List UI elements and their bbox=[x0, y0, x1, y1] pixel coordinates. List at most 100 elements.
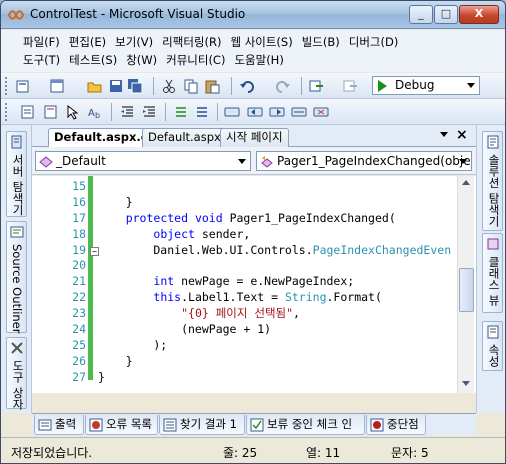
code-text: (newPage + 1) bbox=[98, 322, 271, 338]
properties-tab[interactable]: 속성 bbox=[482, 321, 503, 371]
code-line[interactable]: 15 bbox=[32, 179, 457, 195]
copy-icon[interactable] bbox=[183, 78, 199, 94]
window-title: ControlTest - Microsoft Visual Studio bbox=[30, 7, 246, 21]
menu-view[interactable]: 보기(V) bbox=[113, 34, 160, 50]
comment-lines-icon[interactable] bbox=[173, 104, 189, 120]
uncomment-lines-icon[interactable] bbox=[194, 104, 210, 120]
menu-help[interactable]: 도움말(H) bbox=[232, 52, 290, 68]
menu-debug[interactable]: 디버그(D) bbox=[347, 34, 406, 50]
solution-configuration-select[interactable]: Debug bbox=[372, 76, 480, 95]
tab-pending-checkins[interactable]: 보류 중인 체크 인 bbox=[246, 415, 365, 435]
add-item-icon[interactable] bbox=[49, 78, 65, 94]
menu-build[interactable]: 빌드(B) bbox=[300, 34, 347, 50]
parameter-info-icon[interactable] bbox=[43, 104, 59, 120]
open-file-icon[interactable] bbox=[87, 78, 103, 94]
menu-test[interactable]: 테스트(S) bbox=[67, 52, 124, 68]
tab-find-results-1[interactable]: 찾기 결과 1 bbox=[159, 415, 245, 435]
tab-error-list[interactable]: 오류 목록 bbox=[85, 415, 158, 435]
bookmark-icon[interactable] bbox=[224, 104, 240, 120]
menu-edit[interactable]: 편집(E) bbox=[67, 34, 113, 50]
code-line[interactable]: 19− Daniel.Web.UI.Controls.PageIndexChan… bbox=[32, 243, 457, 259]
chevron-down-icon[interactable] bbox=[238, 159, 246, 164]
line-number: 23 bbox=[72, 306, 86, 321]
left-dock: 서버 탐색기 Source Outliner 도구 상자 bbox=[1, 125, 32, 413]
code-text: ); bbox=[98, 338, 167, 354]
menu-tools[interactable]: 도구(T) bbox=[21, 52, 67, 68]
code-line[interactable]: 18 object sender, bbox=[32, 227, 457, 243]
new-project-icon[interactable] bbox=[15, 78, 31, 94]
code-token: Pager1_PageIndexChanged( bbox=[222, 210, 396, 225]
class-view-tab[interactable]: 클래스 뷰 bbox=[482, 233, 503, 313]
code-line[interactable]: 25 ); bbox=[32, 338, 457, 354]
undo-icon[interactable] bbox=[239, 78, 255, 94]
svg-text:b: b bbox=[95, 111, 100, 120]
chevron-down-icon[interactable] bbox=[459, 159, 467, 164]
menu-website[interactable]: 웹 사이트(S) bbox=[228, 34, 299, 50]
tab-list-dropdown-icon[interactable] bbox=[440, 132, 448, 137]
tab-find-results-label: 찾기 결과 1 bbox=[180, 417, 237, 431]
tab-default-aspx[interactable]: Default.aspx bbox=[142, 128, 227, 147]
code-text: } bbox=[98, 354, 133, 370]
toolbar-separator bbox=[165, 103, 166, 121]
code-line[interactable]: 22 this.Label1.Text = String.Format( bbox=[32, 290, 457, 306]
previous-bookmark-in-folder-icon[interactable] bbox=[291, 104, 307, 120]
quick-info-icon[interactable] bbox=[65, 104, 81, 120]
source-outliner-tab[interactable]: Source Outliner bbox=[6, 221, 27, 333]
code-line[interactable]: 20 bbox=[32, 258, 457, 274]
status-message: 저장되었습니다. bbox=[11, 446, 93, 460]
code-line[interactable]: 27} bbox=[32, 370, 457, 386]
text-editor-toolbar: Ab bbox=[1, 99, 505, 125]
menu-window[interactable]: 창(W) bbox=[124, 52, 164, 68]
decrease-indent-icon[interactable] bbox=[119, 104, 135, 120]
save-all-icon[interactable] bbox=[127, 78, 143, 94]
close-document-icon[interactable]: × bbox=[456, 127, 468, 143]
toolbox-tab[interactable]: 도구 상자 bbox=[6, 337, 27, 410]
save-icon[interactable] bbox=[108, 78, 124, 94]
start-debugging-icon[interactable] bbox=[378, 80, 387, 92]
line-number: 18 bbox=[72, 226, 86, 241]
vertical-scrollbar[interactable] bbox=[457, 176, 474, 393]
tab-breakpoints[interactable]: 중단점 bbox=[366, 415, 426, 435]
scroll-up-icon[interactable] bbox=[462, 180, 470, 185]
close-button[interactable]: X bbox=[459, 5, 499, 24]
minimize-button[interactable]: _ bbox=[409, 5, 433, 24]
code-line[interactable]: 16 } bbox=[32, 195, 457, 211]
code-line[interactable]: 17 protected void Pager1_PageIndexChange… bbox=[32, 211, 457, 227]
code-editor[interactable]: 15 16 } 17 protected void Pager1_PageIndex… bbox=[32, 176, 476, 393]
member-combo[interactable]: Pager1_PageIndexChanged(object bbox=[256, 151, 472, 171]
class-combo[interactable]: _Default bbox=[35, 151, 251, 171]
code-line[interactable]: 24 (newPage + 1) bbox=[32, 322, 457, 338]
complete-word-icon[interactable]: Ab bbox=[87, 104, 103, 120]
code-line[interactable]: 21 int newPage = e.NewPageIndex; bbox=[32, 274, 457, 290]
server-explorer-tab[interactable]: 서버 탐색기 bbox=[6, 131, 27, 217]
navigate-forward-icon[interactable] bbox=[342, 78, 358, 94]
toolbar-grip[interactable] bbox=[5, 77, 8, 95]
code-line[interactable]: 26 } bbox=[32, 354, 457, 370]
toolbar-grip[interactable] bbox=[5, 103, 8, 121]
cut-icon[interactable] bbox=[161, 78, 177, 94]
paste-icon[interactable] bbox=[204, 78, 220, 94]
maximize-button[interactable]: □ bbox=[434, 5, 458, 24]
next-bookmark-icon[interactable] bbox=[269, 104, 285, 120]
navigate-backward-icon[interactable] bbox=[308, 78, 324, 94]
scroll-thumb[interactable] bbox=[459, 268, 474, 312]
code-line[interactable]: 23 "{0} 페이지 선택됨", bbox=[32, 306, 457, 322]
solution-explorer-tab[interactable]: 솔루션 탐색기 bbox=[482, 131, 503, 231]
tab-start-page[interactable]: 시작 페이지 bbox=[220, 128, 289, 147]
object-members-icon[interactable] bbox=[20, 104, 36, 120]
code-text: "{0} 페이지 선택됨", bbox=[98, 306, 300, 322]
scroll-down-icon[interactable] bbox=[462, 381, 470, 386]
increase-indent-icon[interactable] bbox=[141, 104, 157, 120]
tab-output[interactable]: 출력 bbox=[34, 415, 84, 435]
standard-toolbar: Debug bbox=[1, 73, 505, 99]
chevron-down-icon[interactable] bbox=[467, 83, 475, 88]
menu-file[interactable]: 파일(F) bbox=[21, 34, 67, 50]
clear-bookmarks-icon[interactable] bbox=[313, 104, 329, 120]
code-token: this bbox=[153, 290, 182, 305]
menu-refactor[interactable]: 리팩터링(R) bbox=[160, 34, 228, 50]
menu-community[interactable]: 커뮤니티(C) bbox=[164, 52, 232, 68]
menu-row-1: 파일(F) 편집(E) 보기(V) 리팩터링(R) 웹 사이트(S) 빌드(B)… bbox=[21, 34, 405, 50]
previous-bookmark-icon[interactable] bbox=[247, 104, 263, 120]
redo-icon[interactable] bbox=[275, 78, 291, 94]
